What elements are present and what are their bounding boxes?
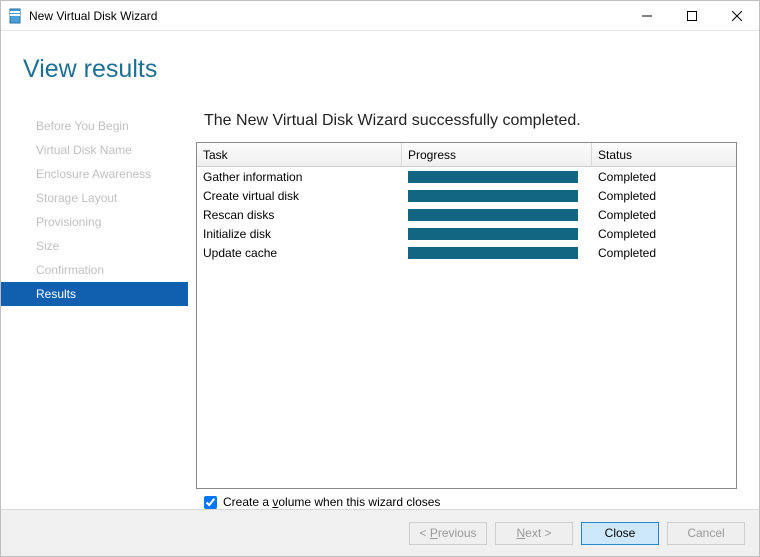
close-window-button[interactable]	[714, 1, 759, 30]
window-title: New Virtual Disk Wizard	[29, 9, 157, 23]
sidebar-item-size: Size	[1, 234, 188, 258]
cell-task: Rescan disks	[197, 208, 402, 222]
grid-header: Task Progress Status	[197, 143, 736, 167]
sidebar-item-label: Confirmation	[36, 263, 104, 277]
progress-bar	[408, 247, 578, 259]
col-header-progress[interactable]: Progress	[402, 143, 592, 166]
progress-bar	[408, 171, 578, 183]
sidebar-item-label: Results	[36, 287, 76, 301]
sidebar-item-results: Results	[1, 282, 188, 306]
body-area: Before You Begin Virtual Disk Name Enclo…	[1, 106, 759, 509]
table-row: Gather information Completed	[197, 167, 736, 186]
results-grid: Task Progress Status Gather information …	[196, 142, 737, 489]
sidebar-item-label: Enclosure Awareness	[36, 167, 151, 181]
main-panel: The New Virtual Disk Wizard successfully…	[188, 106, 759, 509]
sidebar-item-label: Provisioning	[36, 215, 101, 229]
col-header-task[interactable]: Task	[197, 143, 402, 166]
maximize-button[interactable]	[669, 1, 714, 30]
col-header-status[interactable]: Status	[592, 143, 736, 166]
cancel-button: Cancel	[667, 522, 745, 545]
cell-progress	[402, 228, 592, 240]
next-button: Next >	[495, 522, 573, 545]
cell-progress	[402, 190, 592, 202]
wizard-window: New Virtual Disk Wizard View results Bef…	[0, 0, 760, 557]
cell-status: Completed	[592, 208, 736, 222]
window-controls	[624, 1, 759, 30]
step-sidebar: Before You Begin Virtual Disk Name Enclo…	[1, 106, 188, 509]
sidebar-item-label: Virtual Disk Name	[36, 143, 132, 157]
table-row: Initialize disk Completed	[197, 224, 736, 243]
sidebar-item-virtual-disk-name: Virtual Disk Name	[1, 138, 188, 162]
sidebar-item-storage-layout: Storage Layout	[1, 186, 188, 210]
cell-status: Completed	[592, 189, 736, 203]
create-volume-label[interactable]: Create a volume when this wizard closes	[223, 495, 440, 509]
cell-progress	[402, 209, 592, 221]
app-icon	[7, 8, 23, 24]
sidebar-item-label: Size	[36, 239, 59, 253]
cell-task: Create virtual disk	[197, 189, 402, 203]
cell-progress	[402, 171, 592, 183]
progress-bar	[408, 228, 578, 240]
cell-status: Completed	[592, 227, 736, 241]
cell-status: Completed	[592, 170, 736, 184]
progress-bar	[408, 190, 578, 202]
cell-task: Update cache	[197, 246, 402, 260]
sidebar-item-before-you-begin: Before You Begin	[1, 114, 188, 138]
page-heading: View results	[23, 55, 759, 84]
sidebar-item-enclosure-awareness: Enclosure Awareness	[1, 162, 188, 186]
cell-progress	[402, 247, 592, 259]
previous-button: < Previous	[409, 522, 487, 545]
cell-task: Initialize disk	[197, 227, 402, 241]
result-summary-text: The New Virtual Disk Wizard successfully…	[196, 106, 737, 142]
sidebar-item-provisioning: Provisioning	[1, 210, 188, 234]
sidebar-item-label: Storage Layout	[36, 191, 117, 205]
create-volume-checkbox[interactable]	[204, 496, 217, 509]
sidebar-item-confirmation: Confirmation	[1, 258, 188, 282]
minimize-button[interactable]	[624, 1, 669, 30]
table-row: Create virtual disk Completed	[197, 186, 736, 205]
table-row: Rescan disks Completed	[197, 205, 736, 224]
wizard-footer: < Previous Next > Close Cancel	[1, 509, 759, 556]
page-heading-area: View results	[1, 31, 759, 106]
progress-bar	[408, 209, 578, 221]
cell-task: Gather information	[197, 170, 402, 184]
create-volume-option-row: Create a volume when this wizard closes	[196, 489, 737, 509]
table-row: Update cache Completed	[197, 243, 736, 262]
sidebar-item-label: Before You Begin	[36, 119, 129, 133]
titlebar: New Virtual Disk Wizard	[1, 1, 759, 31]
cell-status: Completed	[592, 246, 736, 260]
close-button[interactable]: Close	[581, 522, 659, 545]
